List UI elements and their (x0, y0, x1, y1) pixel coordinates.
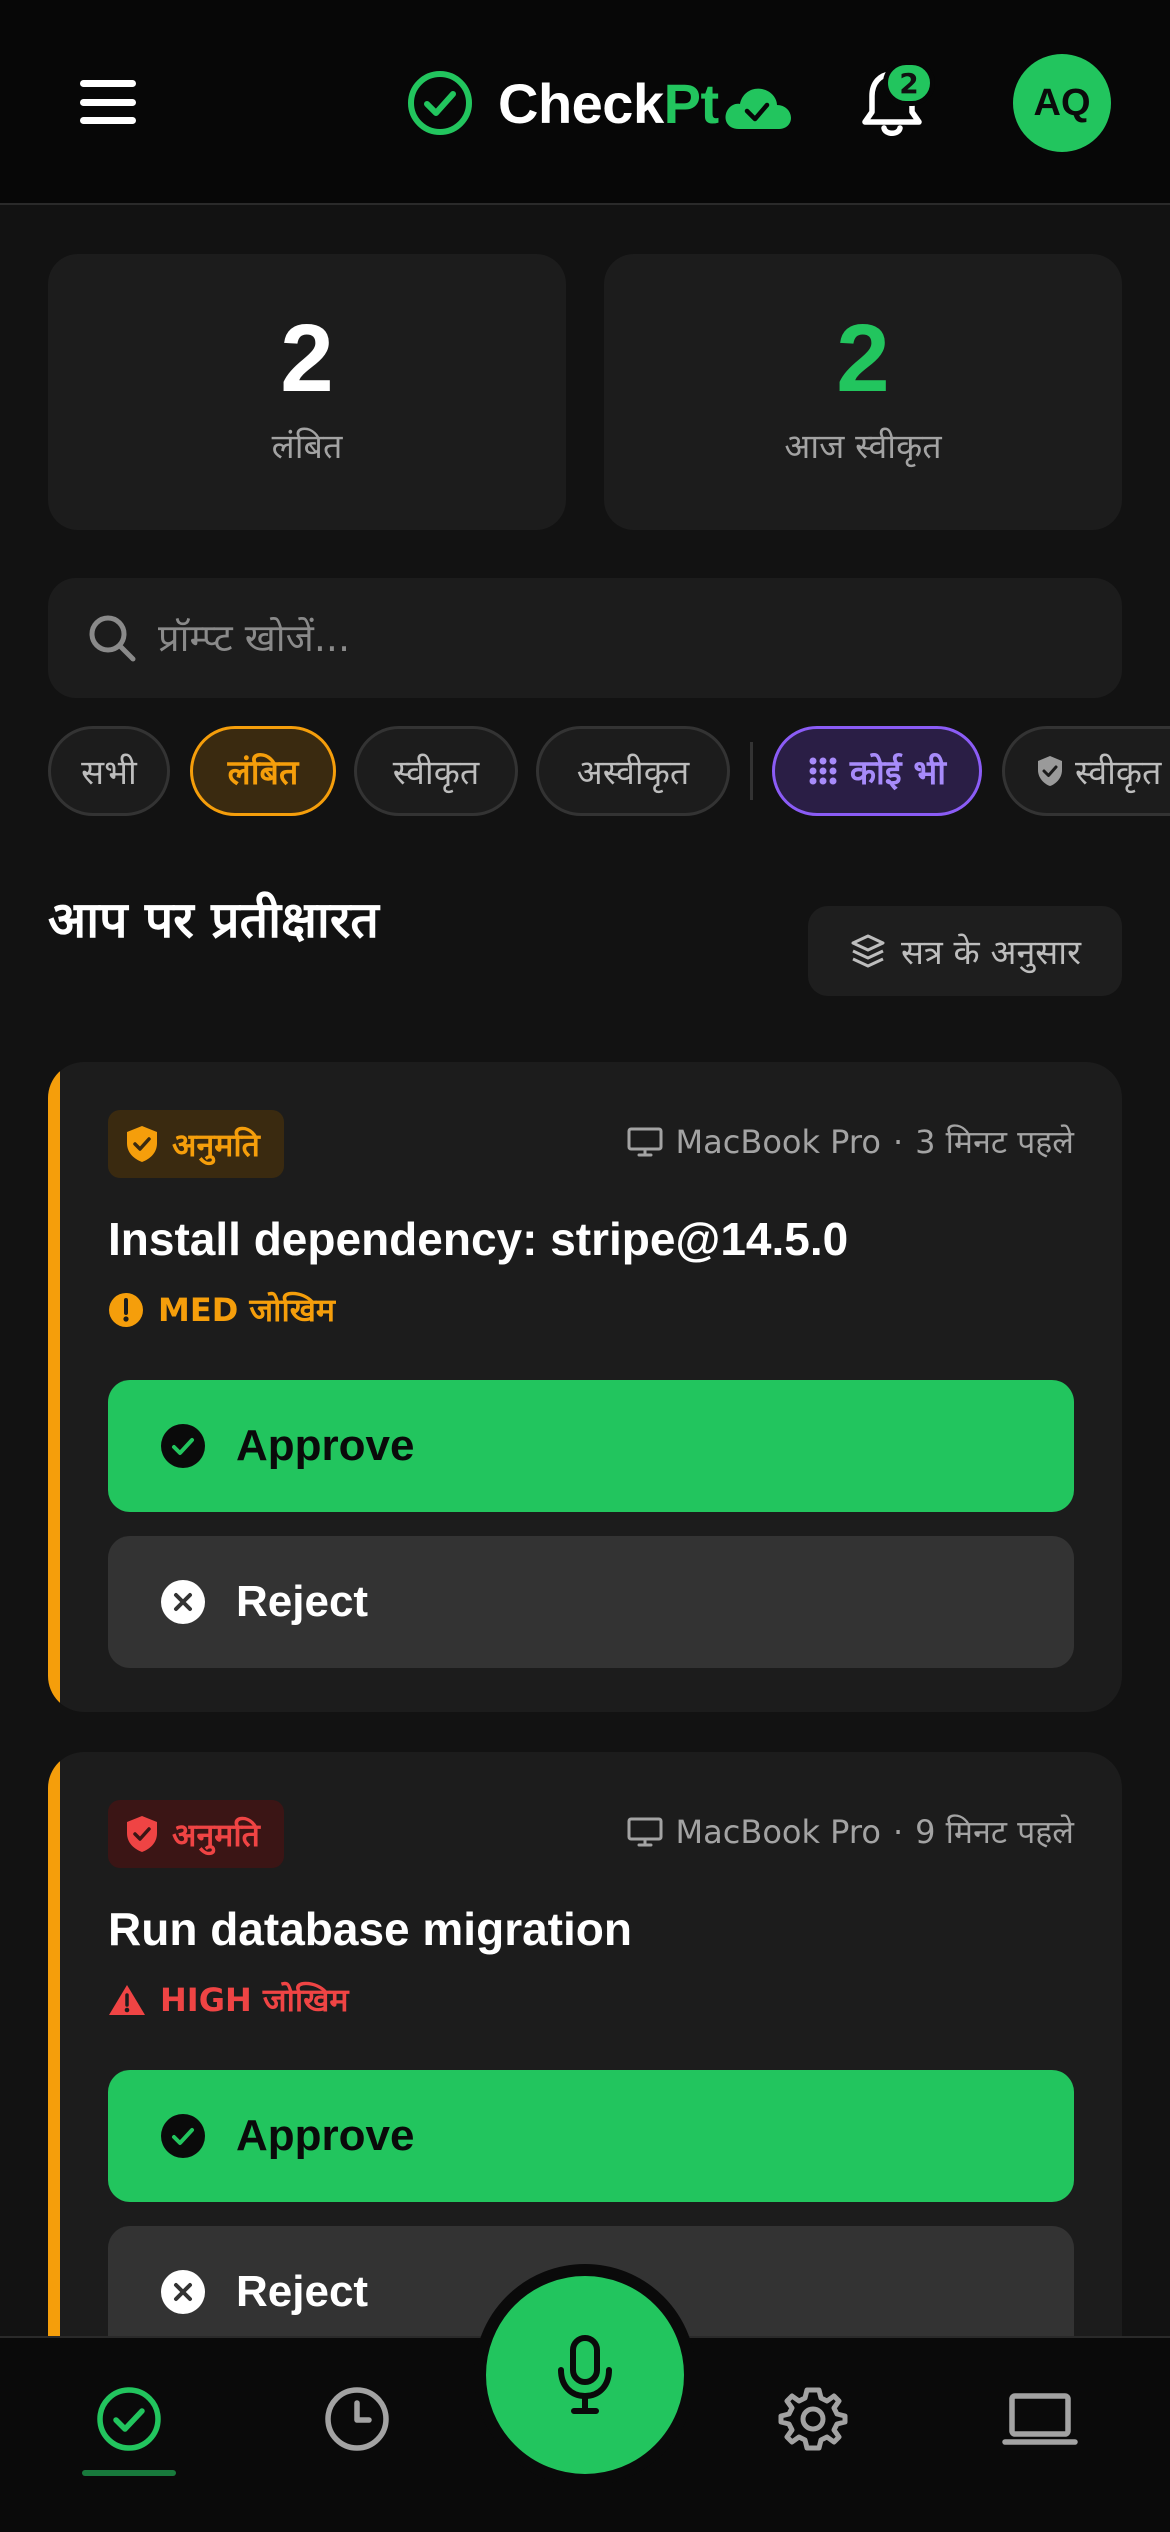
chip-type-approved-label: स्वीकृत (1075, 753, 1162, 793)
approve-label: Approve (236, 1421, 415, 1470)
card-title: Run database migration (108, 1903, 632, 1955)
group-by-label: सत्र के अनुसार (900, 933, 1082, 973)
brand-name-green: Pt (663, 71, 720, 135)
layers-icon (851, 934, 885, 968)
reject-label: Reject (236, 1577, 369, 1626)
section-title: आप पर प्रतीक्षारत (48, 891, 379, 949)
stat-approved-label: आज स्वीकृत (784, 427, 942, 467)
search-bar (48, 578, 1122, 698)
permission-tag-label: अनुमति (172, 1815, 260, 1854)
stat-approved-value: 2 (836, 305, 890, 412)
approve-button[interactable]: Approve (108, 1380, 1074, 1512)
stat-pending-value: 2 (280, 305, 334, 412)
card-meta: MacBook Pro · 3 मिनट पहले (626, 1120, 1074, 1163)
close-circle-icon (161, 2270, 205, 2314)
risk-text: MED जोखिम (158, 1291, 336, 1329)
approve-button[interactable]: Approve (108, 2070, 1074, 2202)
risk-label: HIGH जोखिम (108, 1978, 349, 2021)
brand-logo: CheckPt (406, 66, 793, 140)
clock-icon[interactable] (322, 2384, 392, 2454)
approval-card: अनुमति MacBook Pro · 3 मिनट पहले Install… (48, 1062, 1122, 1712)
laptop-icon[interactable] (1002, 2384, 1078, 2454)
stat-pending-label: लंबित (271, 427, 343, 467)
chip-divider (750, 742, 753, 800)
permission-tag: अनुमति (108, 1110, 284, 1178)
meta-separator: · (892, 1122, 904, 1161)
check-circle-icon (161, 2114, 205, 2158)
app-header: CheckPt 2 AQ (0, 0, 1170, 205)
menu-icon-bar (80, 98, 136, 106)
time-ago: 3 मिनट पहले (915, 1123, 1074, 1161)
menu-icon-bar (80, 117, 136, 124)
warning-triangle-icon (109, 1984, 145, 2015)
group-by-session-button[interactable]: सत्र के अनुसार (808, 906, 1122, 996)
shield-check-icon (127, 1126, 157, 1162)
card-title: Install dependency: stripe@14.5.0 (108, 1213, 849, 1265)
risk-label: MED जोखिम (108, 1288, 335, 1331)
monitor-icon (627, 1127, 663, 1156)
shield-check-icon (127, 1816, 157, 1852)
warning-circle-icon (109, 1292, 143, 1327)
nav-active-indicator (82, 2470, 176, 2476)
menu-button[interactable] (80, 80, 136, 124)
menu-icon-bar (80, 80, 136, 87)
permission-tag-label: अनुमति (172, 1125, 260, 1164)
check-circle-icon[interactable] (94, 2384, 164, 2454)
risk-text: HIGH जोखिम (160, 1981, 349, 2019)
brand-name: CheckPt (498, 71, 719, 136)
approve-label: Approve (236, 2111, 415, 2160)
cloud-check-icon (725, 88, 791, 129)
chip-type-approved[interactable]: स्वीकृत (1002, 726, 1170, 816)
avatar[interactable]: AQ (1013, 54, 1111, 152)
stat-approved-today: 2 आज स्वीकृत (604, 254, 1122, 530)
stat-pending: 2 लंबित (48, 254, 566, 530)
card-meta: MacBook Pro · 9 मिनट पहले (626, 1810, 1074, 1853)
time-ago: 9 मिनट पहले (915, 1813, 1074, 1851)
check-circle-logo-icon (408, 71, 472, 135)
grid-icon (809, 757, 837, 785)
close-circle-icon (161, 1580, 205, 1624)
chip-type-any-label: कोई भी (849, 753, 947, 793)
chip-pending[interactable]: लंबित (190, 726, 336, 816)
monitor-icon (627, 1817, 663, 1846)
reject-label: Reject (236, 2267, 369, 2316)
voice-button[interactable] (474, 2264, 696, 2486)
notification-badge: 2 (883, 60, 935, 106)
microphone-icon (558, 2335, 612, 2414)
reject-button[interactable]: Reject (108, 1536, 1074, 1668)
brand-name-white: Check (498, 71, 664, 135)
chip-rejected[interactable]: अस्वीकृत (536, 726, 730, 816)
permission-tag: अनुमति (108, 1800, 284, 1868)
device-name: MacBook Pro (675, 1122, 881, 1161)
shield-check-icon (1038, 756, 1062, 786)
chip-approved[interactable]: स्वीकृत (354, 726, 518, 816)
chip-type-any[interactable]: कोई भी (772, 726, 982, 816)
chip-all[interactable]: सभी (48, 726, 170, 816)
filter-chips: सभी लंबित स्वीकृत अस्वीकृत कोई भी स्वीकृ… (48, 726, 1170, 816)
search-icon (89, 615, 136, 662)
device-name: MacBook Pro (675, 1812, 881, 1851)
search-input[interactable] (158, 578, 1078, 698)
meta-separator: · (892, 1812, 904, 1851)
gear-icon[interactable] (778, 2384, 848, 2454)
check-circle-icon (161, 1424, 205, 1468)
